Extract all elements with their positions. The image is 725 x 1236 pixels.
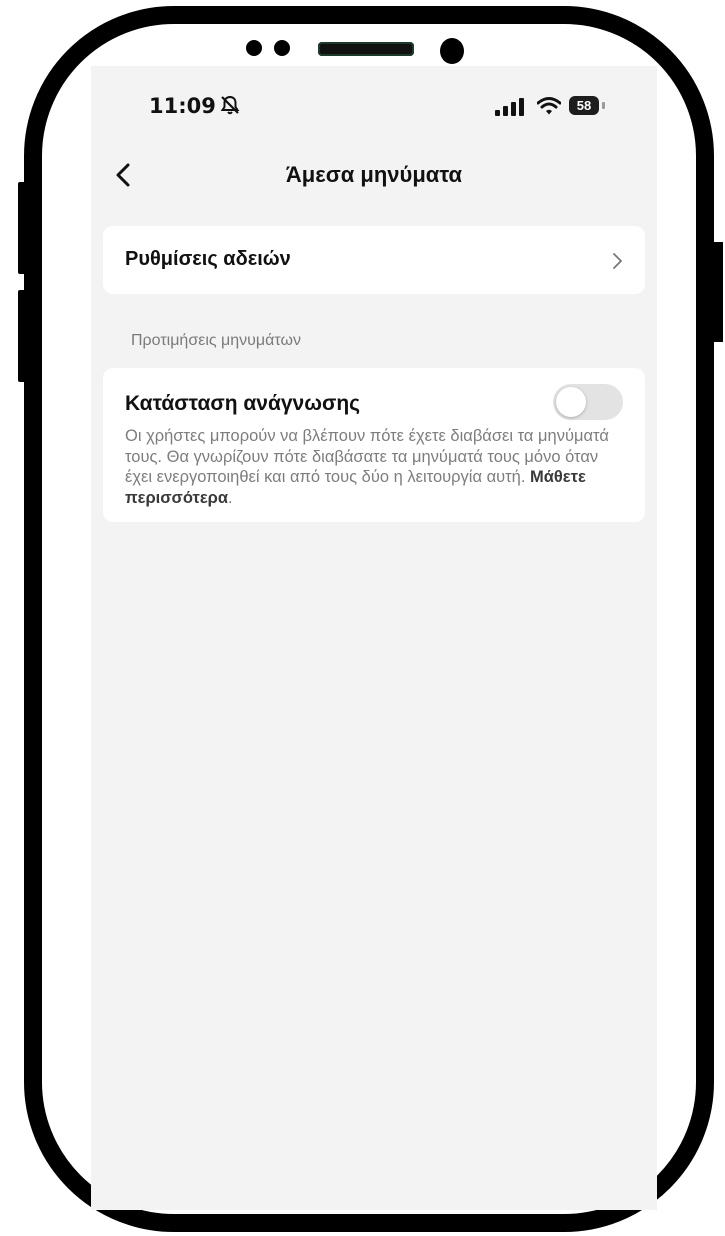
permissions-settings-label: Ρυθμίσεις αδειών: [125, 248, 291, 270]
signal-icon: [495, 98, 524, 116]
toggle-knob: [556, 387, 586, 417]
sensor-dot-icon: [274, 40, 290, 56]
battery-indicator: 58: [569, 96, 599, 115]
chevron-right-icon: [613, 253, 622, 269]
camera-icon: [440, 38, 464, 64]
app-screen: 11:09 58 Άμεσα μηνύματα Ρυθμίσεις αδειών…: [91, 66, 657, 1210]
read-receipts-description: Οι χρήστες μπορούν να βλέπουν πότε έχετε…: [125, 426, 625, 508]
status-time: 11:09: [149, 94, 216, 118]
permissions-settings-row[interactable]: Ρυθμίσεις αδειών: [103, 226, 645, 294]
read-receipts-title: Κατάσταση ανάγνωσης: [125, 392, 361, 415]
wifi-icon: [537, 97, 561, 115]
section-header-message-preferences: Προτιμήσεις μηνυμάτων: [131, 332, 301, 349]
bell-muted-icon: [220, 95, 240, 115]
page-title: Άμεσα μηνύματα: [285, 162, 463, 187]
description-period: .: [228, 488, 233, 507]
speaker-grille: [318, 42, 414, 56]
read-receipts-card: Κατάσταση ανάγνωσης Οι χρήστες μπορούν ν…: [103, 368, 645, 522]
power-button: [713, 242, 723, 342]
sensor-dot-icon: [246, 40, 262, 56]
volume-up-button: [18, 182, 28, 274]
volume-down-button: [18, 290, 28, 382]
battery-tip: [602, 102, 605, 109]
read-receipts-toggle[interactable]: [553, 384, 623, 420]
